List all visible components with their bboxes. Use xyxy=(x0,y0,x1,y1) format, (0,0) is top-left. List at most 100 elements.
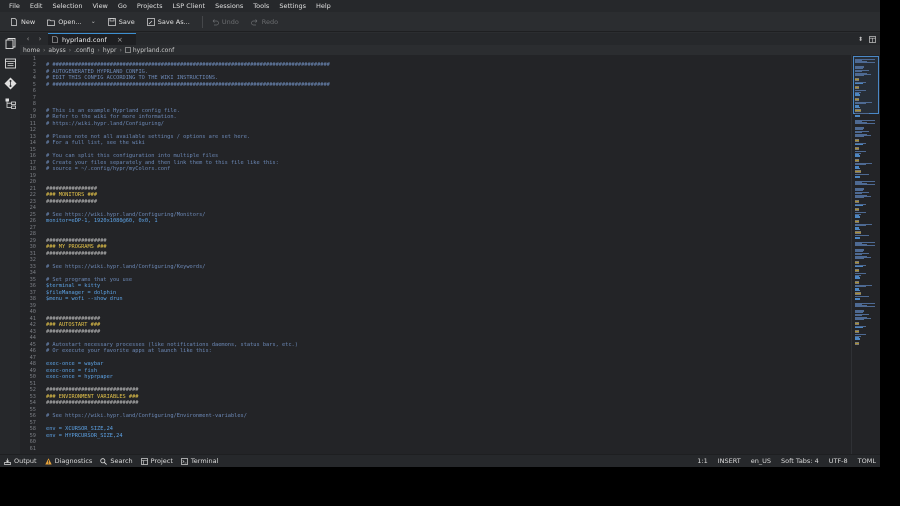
code-line[interactable]: # https://wiki.hypr.land/Configuring/ xyxy=(46,121,164,128)
line-number: 30 xyxy=(29,244,36,250)
line-number: 15 xyxy=(29,146,36,153)
diagnostics-panel-button[interactable]: Diagnostics xyxy=(44,457,92,465)
line-number: 29 xyxy=(29,237,36,244)
terminal-panel-button[interactable]: Terminal xyxy=(181,457,218,465)
menu-edit[interactable]: Edit xyxy=(25,0,48,12)
menu-view[interactable]: View xyxy=(87,0,112,12)
minimap-line xyxy=(855,80,859,81)
minimap-line xyxy=(855,156,861,157)
menu-selection[interactable]: Selection xyxy=(47,0,87,12)
projects-panel-button[interactable] xyxy=(0,93,20,113)
minimap-line xyxy=(855,290,860,291)
minimap-line xyxy=(855,132,862,133)
breadcrumb-config[interactable]: .config xyxy=(74,47,94,54)
line-number: 13 xyxy=(29,133,36,140)
save-as-button[interactable]: Save As... xyxy=(143,14,194,30)
indentation-setting[interactable]: Soft Tabs: 4 xyxy=(781,457,819,465)
line-number: 25 xyxy=(29,211,36,218)
project-panel-button[interactable]: Project xyxy=(140,457,173,465)
line-number-gutter: 1 2 3 4 5 6 7 8 9 10 11 12 13 14 15 16 17 18 19 20 21 22 23 24 2… xyxy=(20,55,42,454)
file-encoding[interactable]: UTF-8 xyxy=(829,457,848,465)
code-line[interactable]: # ######################################… xyxy=(46,82,330,89)
code-line[interactable]: ################# xyxy=(46,329,100,336)
line-number: 6 xyxy=(32,88,36,94)
tab-hyprland-conf[interactable]: hyprland.conf × xyxy=(48,33,136,45)
code-line[interactable]: # source = ~/.config/hypr/myColors.conf xyxy=(46,166,170,173)
project-tree-icon xyxy=(5,98,16,109)
minimap-line xyxy=(855,149,860,150)
line-number: 48 xyxy=(29,361,36,367)
code-line[interactable]: exec-once = hyprpaper xyxy=(46,374,113,381)
undo-button[interactable]: Undo xyxy=(207,14,243,30)
code-line[interactable]: # For a full list, see the wiki xyxy=(46,140,145,147)
code-line[interactable]: # Or execute your favorite apps at launc… xyxy=(46,348,212,355)
line-number: 14 xyxy=(29,140,36,146)
minimap-line xyxy=(855,190,864,191)
line-number: 38 xyxy=(29,296,36,302)
forward-arrow-icon[interactable]: › xyxy=(34,35,46,43)
spellcheck-language[interactable]: en_US xyxy=(751,457,771,465)
code-line[interactable]: ################ xyxy=(46,199,97,206)
line-number: 32 xyxy=(29,257,36,263)
quick-open-icon[interactable]: ⬍ xyxy=(858,36,863,43)
output-panel-button[interactable]: Output xyxy=(4,457,37,465)
chevron-down-icon[interactable]: ⌄ xyxy=(91,18,96,25)
line-number: 44 xyxy=(29,335,36,341)
new-button[interactable]: New xyxy=(6,14,39,30)
code-area[interactable]: # ######################################… xyxy=(46,55,846,454)
code-line[interactable]: ############################# xyxy=(46,400,138,407)
git-panel-button[interactable] xyxy=(0,73,20,93)
line-number: 54 xyxy=(29,400,36,406)
save-button[interactable]: Save xyxy=(104,14,139,30)
line-number: 20 xyxy=(29,179,36,185)
breadcrumb: home › abyss › .config › hypr › hyprland… xyxy=(20,45,880,55)
menu-settings[interactable]: Settings xyxy=(274,0,311,12)
new-button-label: New xyxy=(21,17,36,26)
line-number: 45 xyxy=(29,341,36,348)
code-line[interactable]: ################### xyxy=(46,251,107,258)
menu-help[interactable]: Help xyxy=(311,0,336,12)
cursor-position[interactable]: 1:1 xyxy=(697,457,707,465)
menu-sessions[interactable]: Sessions xyxy=(210,0,248,12)
redo-button[interactable]: Redo xyxy=(247,14,282,30)
project-label: Project xyxy=(150,457,173,465)
line-number: 36 xyxy=(29,283,36,289)
menu-lsp-client[interactable]: LSP Client xyxy=(168,0,211,12)
code-line[interactable]: # See https://wiki.hypr.land/Configuring… xyxy=(46,264,205,271)
line-number: 24 xyxy=(29,205,36,211)
split-view-icon[interactable] xyxy=(869,35,876,43)
open-button[interactable]: Open... ⌄ xyxy=(43,14,100,30)
menu-projects[interactable]: Projects xyxy=(132,0,168,12)
back-arrow-icon[interactable]: ‹ xyxy=(22,35,34,43)
breadcrumb-hypr[interactable]: hypr xyxy=(103,47,117,54)
filesystem-browser-button[interactable] xyxy=(0,53,20,73)
breadcrumb-file[interactable]: hyprland.conf xyxy=(133,47,174,54)
code-editor[interactable]: 1 2 3 4 5 6 7 8 9 10 11 12 13 14 15 16 17 18 19 20 21 22 23 24 2… xyxy=(20,55,851,454)
line-number: 19 xyxy=(29,172,36,179)
close-tab-icon[interactable]: × xyxy=(117,36,123,44)
minimap-line xyxy=(855,71,862,72)
line-number: 22 xyxy=(29,192,36,198)
input-mode[interactable]: INSERT xyxy=(718,457,741,465)
documents-panel-button[interactable] xyxy=(0,33,20,53)
code-line[interactable]: # See https://wiki.hypr.land/Configuring… xyxy=(46,413,247,420)
code-line[interactable]: $menu = wofi --show drun xyxy=(46,296,123,303)
line-number: 60 xyxy=(29,439,36,445)
code-line[interactable]: env = HYPRCURSOR_SIZE,24 xyxy=(46,433,123,440)
line-number: 61 xyxy=(29,445,36,452)
line-number: 2 xyxy=(32,62,36,68)
code-line[interactable]: monitor=eDP-1, 1920x1080@60, 0x0, 1 xyxy=(46,218,158,225)
menu-tools[interactable]: Tools xyxy=(248,0,274,12)
search-panel-button[interactable]: Search xyxy=(100,457,133,465)
menu-file[interactable]: File xyxy=(4,0,25,12)
line-number: 53 xyxy=(29,393,36,400)
syntax-mode[interactable]: TOML xyxy=(858,457,876,465)
menu-go[interactable]: Go xyxy=(113,0,132,12)
open-button-label: Open... xyxy=(58,17,82,26)
minimap-line xyxy=(855,202,859,203)
minimap-line xyxy=(855,334,866,335)
breadcrumb-home[interactable]: home xyxy=(23,47,40,54)
minimap-line xyxy=(855,286,867,287)
minimap[interactable] xyxy=(851,55,880,454)
breadcrumb-abyss[interactable]: abyss xyxy=(48,47,65,54)
